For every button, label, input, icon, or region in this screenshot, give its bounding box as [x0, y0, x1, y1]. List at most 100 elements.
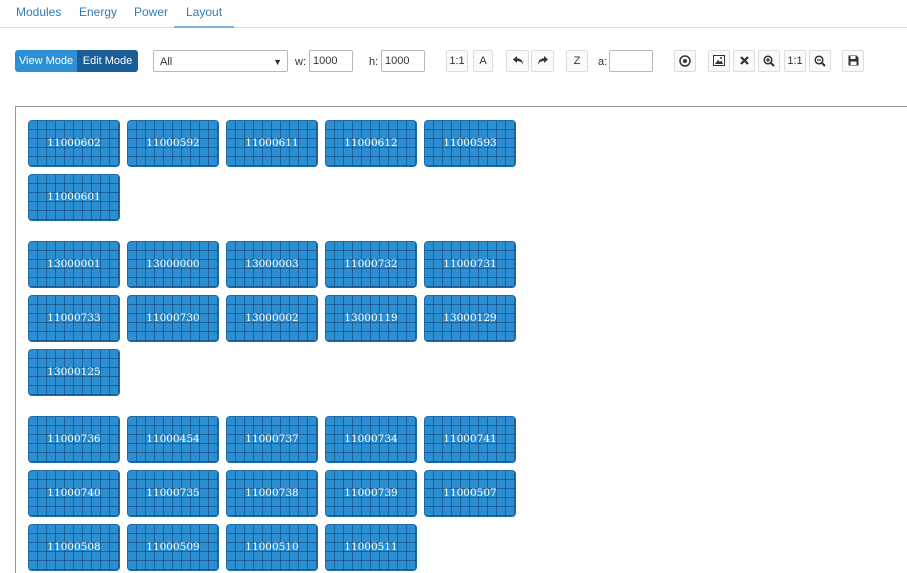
target-icon: [679, 55, 691, 67]
layout-canvas[interactable]: 11000602 11000592 11000611 11000612 11000593…: [15, 106, 907, 573]
module-id: 11000508: [47, 541, 101, 553]
module-id: 11000611: [245, 137, 299, 149]
save-icon: [848, 55, 858, 66]
module-tile[interactable]: 11000612: [325, 120, 417, 167]
tab-modules[interactable]: Modules: [16, 0, 61, 26]
width-label: w:: [295, 56, 306, 68]
module-tile[interactable]: 11000740: [28, 470, 120, 517]
redo-icon: [537, 56, 548, 65]
module-id: 11000510: [245, 541, 299, 553]
module-tile[interactable]: 13000125: [28, 349, 120, 396]
module-id: 11000734: [344, 433, 398, 445]
module-tile[interactable]: 13000119: [325, 295, 417, 342]
module-id: 11000454: [146, 433, 200, 445]
module-tile[interactable]: 11000732: [325, 241, 417, 288]
module-id: 11000593: [443, 137, 497, 149]
close-icon: [739, 56, 749, 65]
mode-toggle: View Mode Edit Mode: [15, 50, 138, 72]
view-mode-button[interactable]: View Mode: [15, 50, 77, 72]
module-tile[interactable]: 11000739: [325, 470, 417, 517]
module-tile[interactable]: 13000002: [226, 295, 318, 342]
module-tile[interactable]: 13000000: [127, 241, 219, 288]
module-id: 11000511: [344, 541, 398, 553]
module-tile[interactable]: 11000737: [226, 416, 318, 463]
module-tile[interactable]: 11000454: [127, 416, 219, 463]
module-id: 11000740: [47, 487, 101, 499]
module-id: 13000129: [443, 312, 497, 324]
module-id: 13000000: [146, 258, 200, 270]
module-id: 11000738: [245, 487, 299, 499]
module-tile[interactable]: 11000510: [226, 524, 318, 571]
module-id: 13000002: [245, 312, 299, 324]
module-tile[interactable]: 11000730: [127, 295, 219, 342]
chevron-down-icon: ▼: [273, 57, 282, 67]
module-id: 13000001: [47, 258, 101, 270]
module-tile[interactable]: 11000601: [28, 174, 120, 221]
redo-button[interactable]: [531, 50, 554, 72]
module-id: 11000602: [47, 137, 101, 149]
tab-energy[interactable]: Energy: [79, 0, 117, 26]
zoom-in-icon: [763, 55, 775, 67]
module-tile[interactable]: 11000508: [28, 524, 120, 571]
clear-button[interactable]: [733, 50, 755, 72]
zoom-out-button[interactable]: [809, 50, 831, 72]
height-label: h:: [369, 56, 379, 68]
module-id: 11000735: [146, 487, 200, 499]
module-id: 13000125: [47, 366, 101, 378]
module-tile[interactable]: 11000731: [424, 241, 516, 288]
height-input[interactable]: 1000: [381, 50, 425, 72]
module-id: 11000601: [47, 191, 101, 203]
module-tile[interactable]: 11000509: [127, 524, 219, 571]
layout-toolbar: View Mode Edit Mode All ▼ w: 1000 h: 100…: [0, 48, 907, 76]
z-order-button[interactable]: Z: [566, 50, 588, 72]
auto-button[interactable]: A: [473, 50, 493, 72]
module-id: 11000737: [245, 433, 299, 445]
tab-power[interactable]: Power: [134, 0, 168, 26]
zoom-out-icon: [814, 55, 826, 67]
module-id: 11000733: [47, 312, 101, 324]
module-id: 11000730: [146, 312, 200, 324]
module-id: 11000612: [344, 137, 398, 149]
module-tile[interactable]: 11000736: [28, 416, 120, 463]
module-tile[interactable]: 13000001: [28, 241, 120, 288]
image-icon: [713, 55, 725, 66]
save-button[interactable]: [842, 50, 864, 72]
module-id: 11000739: [344, 487, 398, 499]
module-tile[interactable]: 11000511: [325, 524, 417, 571]
module-tile[interactable]: 11000741: [424, 416, 516, 463]
module-id: 11000732: [344, 258, 398, 270]
tab-layout[interactable]: Layout: [174, 0, 235, 28]
angle-label: a:: [598, 56, 608, 68]
zoom-in-button[interactable]: [758, 50, 780, 72]
module-filter-value: All: [160, 56, 173, 68]
module-filter-select[interactable]: All ▼: [153, 50, 288, 72]
module-tile[interactable]: 11000738: [226, 470, 318, 517]
module-id: 11000741: [443, 433, 497, 445]
background-image-button[interactable]: [708, 50, 730, 72]
module-tile[interactable]: 13000003: [226, 241, 318, 288]
zoom-reset-button[interactable]: 1:1: [784, 50, 806, 72]
module-tile[interactable]: 11000602: [28, 120, 120, 167]
center-button[interactable]: [674, 50, 696, 72]
undo-icon: [512, 56, 523, 65]
width-input[interactable]: 1000: [309, 50, 353, 72]
module-tile[interactable]: 11000507: [424, 470, 516, 517]
undo-button[interactable]: [506, 50, 529, 72]
edit-mode-button[interactable]: Edit Mode: [77, 50, 138, 72]
module-tile[interactable]: 11000733: [28, 295, 120, 342]
module-tile[interactable]: 11000611: [226, 120, 318, 167]
module-tile[interactable]: 11000735: [127, 470, 219, 517]
module-tile[interactable]: 13000129: [424, 295, 516, 342]
ratio-button[interactable]: 1:1: [446, 50, 468, 72]
module-id: 11000731: [443, 258, 497, 270]
module-id: 11000736: [47, 433, 101, 445]
module-tile[interactable]: 11000593: [424, 120, 516, 167]
tab-bar: Modules Energy Power Layout: [0, 0, 907, 28]
module-tile[interactable]: 11000734: [325, 416, 417, 463]
module-tile[interactable]: 11000592: [127, 120, 219, 167]
module-id: 11000509: [146, 541, 200, 553]
module-id: 11000507: [443, 487, 497, 499]
module-id: 13000003: [245, 258, 299, 270]
module-id: 13000119: [344, 312, 398, 324]
angle-input[interactable]: [609, 50, 653, 72]
